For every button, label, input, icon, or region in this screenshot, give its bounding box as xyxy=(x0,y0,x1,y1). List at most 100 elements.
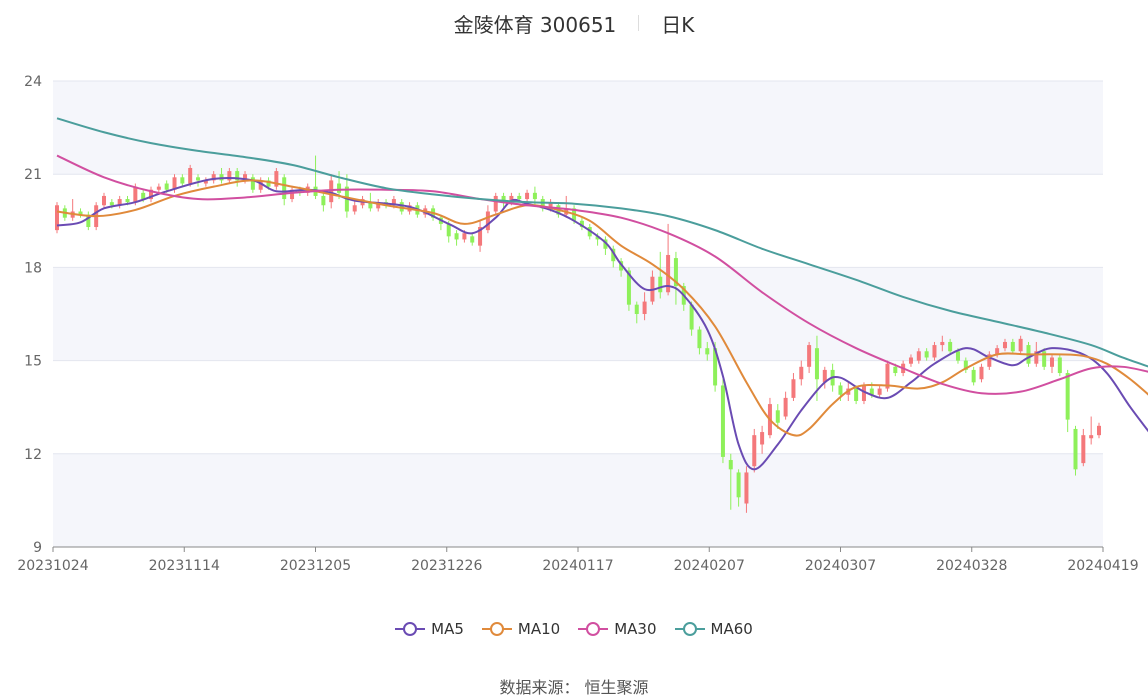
y-tick-label: 15 xyxy=(24,354,42,370)
candle-down xyxy=(736,472,741,498)
x-axis: 20231024 20231114 20231205 20231226 20240117… xyxy=(17,546,1139,574)
candle-down xyxy=(720,385,725,457)
legend-marker-icon xyxy=(578,622,609,636)
kline-chart: 24211815129 20231024 20231114 20231205 2023… xyxy=(17,74,1148,574)
y-tick-label: 12 xyxy=(24,447,42,463)
candle-down xyxy=(775,410,780,423)
candle-down xyxy=(164,183,169,190)
candle-down xyxy=(689,304,694,330)
candle-up xyxy=(1002,341,1007,349)
candle-up xyxy=(752,435,757,467)
candle-up xyxy=(462,233,467,240)
candle-up xyxy=(102,195,107,206)
x-tick-label: 20231205 xyxy=(280,558,351,574)
y-tick-label: 9 xyxy=(33,540,42,556)
candle-down xyxy=(1057,357,1062,374)
candle-down xyxy=(470,236,475,243)
legend-item-ma30[interactable]: MA30 xyxy=(578,620,657,638)
x-tick-label: 20240117 xyxy=(542,558,613,574)
candle-up xyxy=(329,180,334,203)
candle-down xyxy=(109,202,114,206)
data-source: 数据来源： 恒生聚源 xyxy=(499,678,649,697)
y-tick-label: 18 xyxy=(24,260,42,276)
candle-up xyxy=(783,397,788,417)
candle-up xyxy=(352,205,357,212)
candle-up xyxy=(1089,435,1094,439)
candle-up xyxy=(908,357,913,364)
candle-down xyxy=(454,233,459,240)
legend-label: MA10 xyxy=(517,620,561,638)
candle-up xyxy=(133,186,138,203)
candle-down xyxy=(1065,373,1070,420)
candle-up xyxy=(1081,435,1086,464)
grid-band xyxy=(53,267,1103,361)
candle-down xyxy=(971,369,976,383)
legend-item-ma10[interactable]: MA10 xyxy=(481,620,561,638)
candle-down xyxy=(282,177,287,200)
candle-down xyxy=(1010,341,1015,352)
candle-up xyxy=(55,205,59,231)
candle-down xyxy=(893,366,898,374)
candle-down xyxy=(955,351,960,361)
candle-up xyxy=(156,186,161,190)
candle-down xyxy=(854,388,859,401)
candle-down xyxy=(446,223,451,237)
candle-up xyxy=(791,379,796,398)
legend-marker-icon xyxy=(395,622,426,636)
candle-up xyxy=(1049,357,1054,367)
candle-down xyxy=(948,341,953,352)
candle-down xyxy=(321,195,326,206)
candle-up xyxy=(807,345,812,367)
grid-band xyxy=(53,81,1103,175)
x-tick-label: 20240419 xyxy=(1067,558,1138,574)
legend-item-ma5[interactable]: MA5 xyxy=(395,620,464,638)
candle-down xyxy=(1073,428,1078,470)
background-bands xyxy=(53,81,1103,547)
candle-down xyxy=(196,177,201,181)
candle-down xyxy=(705,348,710,355)
x-tick-label: 20231226 xyxy=(411,558,482,574)
legend-marker-icon xyxy=(481,622,512,636)
candle-down xyxy=(125,199,130,203)
candle-up xyxy=(227,171,232,181)
candle-up xyxy=(799,366,804,380)
candle-down xyxy=(838,385,843,395)
candle-down xyxy=(728,460,733,470)
x-tick-label: 20231114 xyxy=(149,558,220,574)
candle-down xyxy=(337,183,342,193)
legend-marker-icon xyxy=(674,622,705,636)
y-tick-label: 24 xyxy=(24,74,42,90)
x-tick-label: 20240207 xyxy=(674,558,745,574)
candle-down xyxy=(697,329,702,349)
legend: MA5 MA10 MA30 MA60 xyxy=(0,620,1148,638)
candle-up xyxy=(1018,338,1023,352)
x-tick-label: 20240328 xyxy=(936,558,1007,574)
candle-down xyxy=(814,348,819,380)
x-tick-label: 20240307 xyxy=(805,558,876,574)
candle-down xyxy=(532,192,537,200)
grid-band xyxy=(53,453,1103,547)
y-tick-label: 21 xyxy=(24,167,42,183)
candle-down xyxy=(180,177,185,184)
candle-up xyxy=(760,432,765,445)
candle-up xyxy=(1097,425,1101,436)
x-tick-label: 20231024 xyxy=(17,558,88,574)
candle-up xyxy=(916,351,921,361)
legend-item-ma60[interactable]: MA60 xyxy=(674,620,753,638)
candle-up xyxy=(940,341,945,346)
candle-down xyxy=(634,304,639,314)
candle-up xyxy=(188,167,193,184)
candle-up xyxy=(525,192,530,200)
candle-up xyxy=(744,472,749,504)
candle-up xyxy=(877,388,882,395)
candle-up xyxy=(485,211,490,231)
legend-label: MA60 xyxy=(710,620,753,638)
candle-down xyxy=(658,276,663,293)
candle-down xyxy=(517,195,522,200)
candle-up xyxy=(932,345,937,358)
candle-up xyxy=(979,366,984,380)
candle-down xyxy=(924,351,929,358)
legend-label: MA5 xyxy=(431,620,464,638)
y-axis-ticks: 24 21 18 15 12 9 xyxy=(24,74,42,556)
legend-label: MA30 xyxy=(614,620,657,638)
